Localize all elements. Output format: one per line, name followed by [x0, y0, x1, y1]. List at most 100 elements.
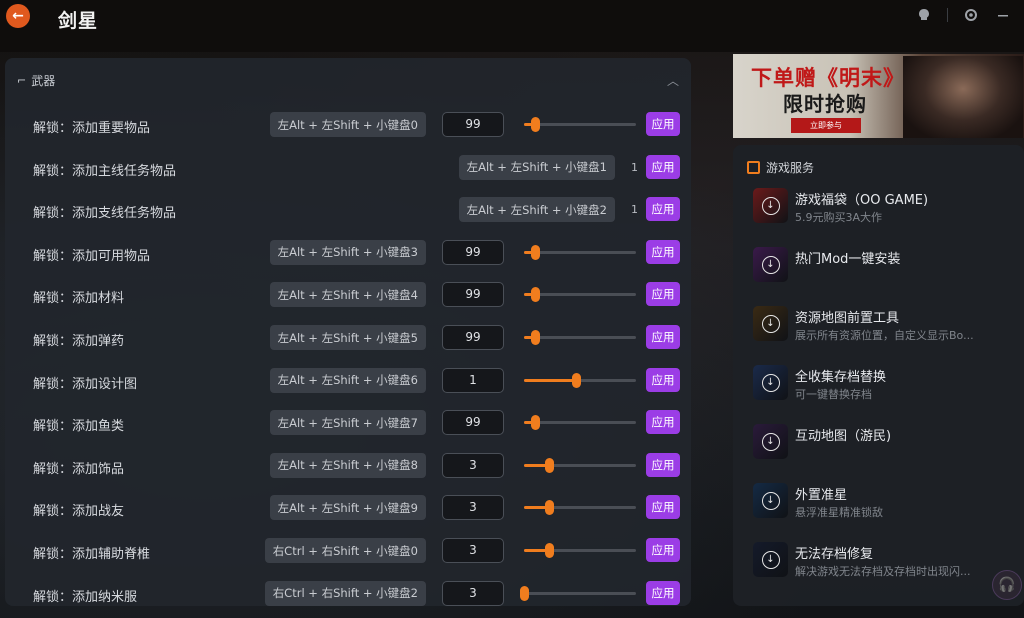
- service-item[interactable]: ↓ 无法存档修复 解决游戏无法存档及存档时出现闪...: [753, 542, 1013, 594]
- hotkey-badge[interactable]: 左Alt + 左Shift + 小键盘8: [269, 452, 426, 478]
- service-title: 外置准星: [795, 488, 848, 503]
- hotkey-badge[interactable]: 左Alt + 左Shift + 小键盘6: [269, 367, 426, 393]
- quantity-input[interactable]: 3: [442, 495, 504, 521]
- chevron-up-icon[interactable]: ︿: [667, 72, 679, 89]
- support-button[interactable]: 🎧: [992, 570, 1022, 600]
- service-item[interactable]: ↓ 互动地图（游民): [753, 424, 1013, 476]
- service-item[interactable]: ↓ 资源地图前置工具 展示所有资源位置，自定义显示Bo...: [753, 306, 1013, 358]
- cheat-label: 解锁：添加可用物品: [33, 248, 151, 264]
- slider-handle[interactable]: [571, 372, 581, 388]
- banner-artwork: [903, 56, 1023, 138]
- quantity-input[interactable]: 99: [442, 410, 504, 436]
- quantity-input[interactable]: 3: [442, 452, 504, 478]
- service-thumbnail: ↓: [753, 365, 788, 400]
- apply-button[interactable]: 应用: [646, 325, 680, 349]
- app-title: 剑星: [58, 10, 99, 32]
- quantity-input[interactable]: 99: [442, 282, 504, 308]
- minimize-icon[interactable]: [994, 6, 1012, 24]
- skull-icon[interactable]: [915, 6, 933, 24]
- hotkey-badge[interactable]: 左Alt + 左Shift + 小键盘9: [269, 495, 426, 521]
- quantity-input[interactable]: 99: [442, 112, 504, 137]
- banner-cta-button[interactable]: 立即参与: [791, 118, 861, 133]
- value-text: 1: [631, 203, 638, 217]
- quantity-slider[interactable]: [524, 117, 636, 132]
- hotkey-badge[interactable]: 左Alt + 左Shift + 小键盘3: [269, 239, 426, 265]
- service-subtitle: 5.9元购买3A大作: [795, 211, 883, 224]
- quantity-slider[interactable]: [520, 585, 636, 601]
- services-header: 游戏服务: [747, 159, 814, 176]
- apply-button[interactable]: 应用: [646, 239, 680, 264]
- banner-line2: 限时抢购: [783, 92, 867, 116]
- cheat-row: 解锁：添加重要物品 左Alt + 左Shift + 小键盘0 99 应用: [5, 110, 691, 140]
- quantity-slider[interactable]: [524, 372, 636, 388]
- divider: [947, 8, 948, 22]
- cheat-label: 解锁：添加纳米服: [33, 589, 138, 605]
- quantity-input[interactable]: 99: [442, 239, 504, 265]
- slider-handle[interactable]: [531, 415, 541, 431]
- back-button[interactable]: ←: [6, 4, 30, 28]
- promo-banner[interactable]: 下单赠《明末》 限时抢购 立即参与: [733, 54, 1024, 138]
- cheat-row: 解锁：添加设计图 左Alt + 左Shift + 小键盘6 1 应用: [5, 366, 691, 396]
- quantity-slider[interactable]: [524, 500, 636, 516]
- slider-handle[interactable]: [531, 330, 541, 345]
- service-subtitle: 悬浮准星精准锁敌: [795, 506, 883, 519]
- hotkey-badge[interactable]: 左Alt + 左Shift + 小键盘2: [458, 197, 615, 223]
- slider-handle[interactable]: [544, 457, 554, 473]
- slider-handle[interactable]: [544, 500, 554, 516]
- service-item[interactable]: ↓ 热门Mod一键安装: [753, 247, 1013, 299]
- apply-button[interactable]: 应用: [646, 580, 680, 605]
- quantity-slider[interactable]: [524, 244, 636, 260]
- quantity-input[interactable]: 3: [442, 538, 504, 563]
- cheat-row: 解锁：添加鱼类 左Alt + 左Shift + 小键盘7 99 应用: [5, 408, 691, 438]
- slider-handle[interactable]: [531, 287, 541, 303]
- cheat-row: 解锁：添加材料 左Alt + 左Shift + 小键盘4 99 应用: [5, 280, 691, 310]
- cheat-label: 解锁：添加鱼类: [33, 419, 125, 435]
- hotkey-badge[interactable]: 左Alt + 左Shift + 小键盘5: [269, 325, 426, 350]
- slider-handle[interactable]: [520, 585, 529, 601]
- download-icon: ↓: [761, 255, 780, 274]
- apply-button[interactable]: 应用: [646, 410, 680, 435]
- cheat-row: 解锁：添加辅助脊椎 右Ctrl + 右Shift + 小键盘0 3 应用: [5, 536, 691, 566]
- cheat-label: 解锁：添加重要物品: [33, 121, 151, 136]
- apply-button[interactable]: 应用: [646, 495, 680, 520]
- window-controls: [915, 6, 1012, 24]
- quantity-input[interactable]: 3: [442, 580, 504, 606]
- service-thumbnail: ↓: [753, 188, 788, 223]
- slider-handle[interactable]: [531, 244, 541, 260]
- hotkey-badge[interactable]: 左Alt + 左Shift + 小键盘0: [269, 112, 426, 137]
- cheat-row: 解锁：添加饰品 左Alt + 左Shift + 小键盘8 3 应用: [5, 451, 691, 481]
- hotkey-badge[interactable]: 右Ctrl + 右Shift + 小键盘0: [264, 538, 426, 563]
- service-item[interactable]: ↓ 游戏福袋（OO GAME) 5.9元购买3A大作: [753, 188, 1013, 240]
- apply-button[interactable]: 应用: [646, 538, 680, 562]
- cheat-panel: ⌐ 武器 ︿ 解锁：添加重要物品 左Alt + 左Shift + 小键盘0 99 应用…: [5, 58, 691, 606]
- quantity-slider[interactable]: [524, 457, 636, 473]
- apply-button[interactable]: 应用: [646, 112, 680, 136]
- slider-handle[interactable]: [531, 117, 541, 132]
- hotkey-badge[interactable]: 左Alt + 左Shift + 小键盘7: [269, 410, 426, 436]
- service-item[interactable]: ↓ 外置准星 悬浮准星精准锁敌: [753, 483, 1013, 535]
- hotkey-badge[interactable]: 左Alt + 左Shift + 小键盘4: [269, 282, 426, 308]
- download-icon: ↓: [761, 196, 780, 215]
- service-item[interactable]: ↓ 全收集存档替换 可一键替换存档: [753, 365, 1013, 417]
- download-icon: ↓: [761, 373, 780, 392]
- service-thumbnail: ↓: [753, 247, 788, 282]
- quantity-slider[interactable]: [524, 287, 636, 303]
- service-title: 资源地图前置工具: [795, 311, 900, 326]
- apply-button[interactable]: 应用: [646, 197, 680, 222]
- apply-button[interactable]: 应用: [646, 452, 680, 477]
- apply-button[interactable]: 应用: [646, 282, 680, 307]
- quantity-input[interactable]: 99: [442, 325, 504, 350]
- quantity-input[interactable]: 1: [442, 367, 504, 393]
- settings-icon[interactable]: [962, 6, 980, 24]
- quantity-slider[interactable]: [524, 543, 636, 558]
- apply-button[interactable]: 应用: [646, 367, 680, 392]
- slider-handle[interactable]: [544, 543, 554, 558]
- quantity-slider[interactable]: [524, 415, 636, 431]
- hotkey-badge[interactable]: 右Ctrl + 右Shift + 小键盘2: [264, 580, 426, 606]
- quantity-slider[interactable]: [524, 330, 636, 345]
- apply-button[interactable]: 应用: [646, 154, 680, 179]
- service-subtitle: 可一键替换存档: [795, 388, 872, 401]
- cheat-label: 解锁：添加战友: [33, 504, 125, 520]
- section-header[interactable]: ⌐ 武器 ︿: [5, 58, 691, 102]
- hotkey-badge[interactable]: 左Alt + 左Shift + 小键盘1: [458, 154, 615, 180]
